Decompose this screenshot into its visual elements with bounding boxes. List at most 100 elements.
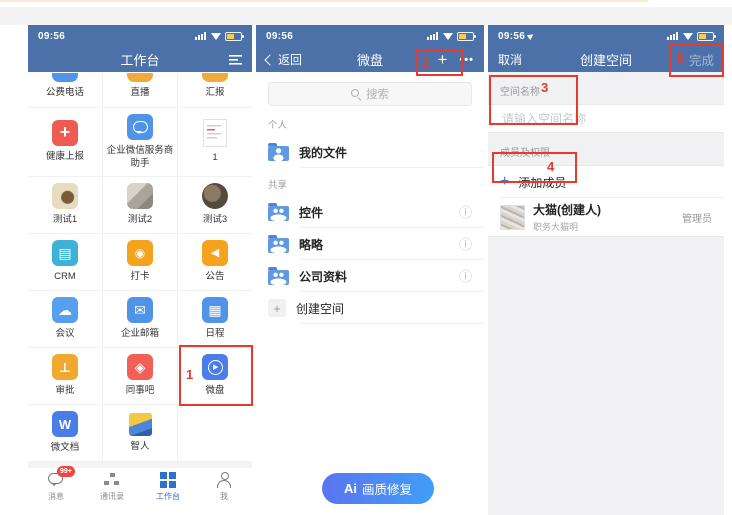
shared-space-name: 略略 (299, 236, 323, 253)
member-row[interactable]: 大猫(创建人) 职务大猫明 管理员 (488, 198, 724, 236)
app-tile[interactable]: 企业微信服务商助手 (103, 108, 178, 177)
member-role: 管理员 (682, 210, 712, 225)
person-icon (215, 472, 233, 488)
health-glyph-icon (60, 125, 71, 141)
avatar (500, 205, 525, 230)
app-label: 企业邮箱 (121, 328, 159, 340)
app-label: 审批 (55, 385, 74, 397)
health-tile-icon (52, 120, 78, 146)
app-tile[interactable]: 1 (178, 108, 252, 177)
app-tile[interactable]: 测试2 (103, 177, 178, 234)
signal-icon (427, 32, 439, 40)
chat-tile-icon (127, 114, 153, 140)
back-button[interactable]: 返回 (266, 51, 302, 68)
more-menu-button[interactable]: ••• (459, 54, 474, 66)
list-item-shared-space[interactable]: 公司资料ⓘ (256, 260, 484, 292)
app-tile[interactable]: 测试1 (28, 177, 103, 234)
play-glyph-icon (208, 360, 223, 375)
info-icon[interactable]: ⓘ (459, 206, 472, 219)
app-tile[interactable]: 智人 (103, 405, 178, 462)
ai-enhance-button[interactable]: Ai 画质修复 (322, 473, 434, 504)
diamond-glyph-icon (135, 360, 146, 374)
wifi-icon (683, 33, 693, 40)
app-tile[interactable]: 直播 (103, 72, 178, 108)
cloud-glyph-icon (58, 303, 72, 317)
info-icon[interactable]: ⓘ (459, 270, 472, 283)
app-label: 直播 (130, 87, 149, 99)
tab-label: 我 (220, 491, 228, 502)
thumb-logo-icon (129, 413, 152, 436)
app-grid-row: 微文档 智人 (28, 405, 252, 462)
app-tile[interactable]: 企业邮箱 (103, 291, 178, 348)
app-tile[interactable]: 汇报 (178, 72, 252, 108)
add-space-button[interactable]: + (438, 51, 448, 68)
app-tile[interactable]: 打卡 (103, 234, 178, 291)
step-3-number: 3 (541, 80, 548, 95)
add-member-label: 添加成员 (518, 174, 566, 191)
space-name-label: 空间名称 (488, 72, 724, 104)
cal-glyph-icon (208, 303, 221, 317)
plus-box-icon: + (268, 299, 286, 317)
tab-person[interactable]: 我 (196, 468, 252, 505)
list-item-shared-space[interactable]: 略略 ⓘ (256, 228, 484, 260)
chat-tab-icon: 99+ (47, 472, 65, 488)
member-subtitle: 职务大猫明 (533, 220, 601, 233)
search-input[interactable]: 搜索 (268, 82, 472, 106)
horn-glyph-icon (211, 248, 219, 259)
app-tile[interactable]: 公告 (178, 234, 252, 291)
space-name-input[interactable] (500, 111, 712, 127)
app-tile[interactable]: 公费电话 (28, 72, 103, 108)
app-tile[interactable]: 日程 (178, 291, 252, 348)
screen-create-space: 09:56 取消 创建空间 完成 空间名称 成员及权限 + 添加成员 (488, 25, 724, 515)
space-name-field-row (488, 104, 724, 133)
tab-org[interactable]: 通讯录 (84, 468, 140, 505)
thumb-round-icon (202, 183, 228, 209)
app-tile[interactable]: 会议 (28, 291, 103, 348)
personal-folder-icon (268, 146, 289, 161)
app-label: 企业微信服务商助手 (105, 145, 175, 170)
app-tile[interactable]: 微文档 (28, 405, 103, 462)
app-tile[interactable]: 同事吧 (103, 348, 178, 405)
status-icons (667, 32, 714, 41)
app-tile[interactable]: CRM (28, 234, 103, 291)
horn-tile-icon (202, 240, 228, 266)
diamond-tile-icon (127, 354, 153, 380)
app-tile[interactable]: 审批 (28, 348, 103, 405)
app-tile[interactable]: 测试3 (178, 177, 252, 234)
cancel-button[interactable]: 取消 (498, 51, 522, 68)
list-item-shared-space[interactable]: 控件ⓘ (256, 196, 484, 228)
report-icon (202, 73, 228, 82)
status-bar: 09:56 (28, 25, 252, 47)
app-label: 微文档 (51, 442, 80, 454)
tab-grid[interactable]: 工作台 (140, 468, 196, 505)
top-gray-band (0, 7, 732, 25)
doc-icon (203, 119, 227, 147)
wifi-icon (443, 33, 453, 40)
done-button[interactable]: 完成 (689, 50, 714, 69)
battery-icon (457, 32, 474, 41)
search-placeholder: 搜索 (366, 86, 389, 102)
nav-bar-create-space: 取消 创建空间 完成 (488, 47, 724, 72)
status-time: 09:56 (266, 31, 293, 42)
app-label: 1 (212, 152, 217, 164)
app-label: 公告 (205, 271, 224, 283)
app-grid-row: 测试1测试2测试3 (28, 177, 252, 234)
app-label: 日程 (205, 328, 224, 340)
status-time: 09:56 (38, 31, 65, 42)
status-bar: 09:56 (256, 25, 484, 47)
nav-bar-wedrive: 返回 微盘 + ••• (256, 47, 484, 72)
workbench-settings-icon[interactable] (229, 54, 242, 65)
info-icon[interactable]: ⓘ (459, 238, 472, 251)
tab-bar: 99+消息通讯录工作台我 (28, 468, 252, 505)
create-space-row[interactable]: + 创建空间 (256, 292, 484, 324)
status-bar: 09:56 (488, 25, 724, 47)
phone-icon (52, 73, 78, 82)
app-label: 健康上报 (46, 151, 84, 163)
battery-icon (225, 32, 242, 41)
app-tile[interactable]: 健康上报 (28, 108, 103, 177)
app-grid-row: 会议企业邮箱 日程 (28, 291, 252, 348)
list-item-my-files[interactable]: 我的文件 (256, 136, 484, 168)
tab-chat-tab[interactable]: 99+消息 (28, 468, 84, 505)
add-member-button[interactable]: + 添加成员 (488, 166, 724, 198)
app-tile-empty (178, 405, 252, 462)
